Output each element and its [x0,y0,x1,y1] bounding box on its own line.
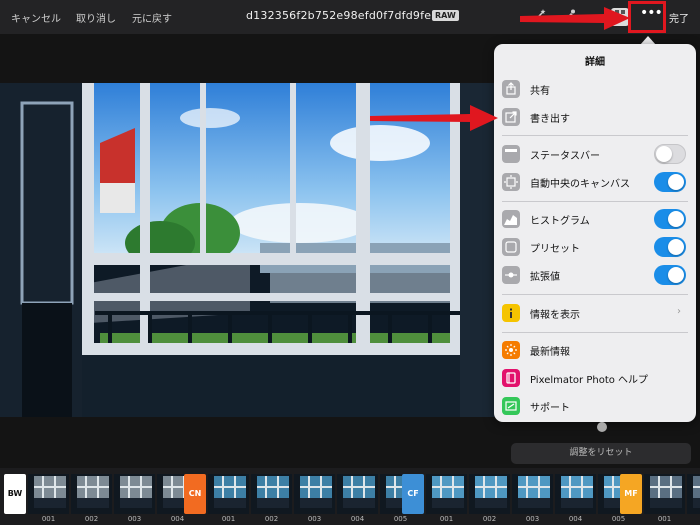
preset-group-tag[interactable]: MF [620,474,642,514]
menu-item-label: Pixelmator Photo ヘルプ [530,375,649,386]
file-title: d132356f2b752e98efd0f7dfd9fe3568 [246,9,460,22]
preset-number: 004 [170,515,185,523]
histogram-toggle[interactable] [654,209,686,229]
preset-number: 001 [439,515,454,523]
revert-button[interactable]: 元に戻す [132,10,172,25]
photo-canvas[interactable] [0,83,496,417]
done-button[interactable]: 完了 [669,10,689,25]
preset-filmstrip: BW 001 002 003 004 CN 001 002 003 004 005 CF 001 002 0… [0,470,700,525]
preset-thumbnail[interactable] [512,474,553,514]
whats-new-icon [502,341,520,359]
preset-number: 004 [568,515,583,523]
menu-item-label: 共有 [530,86,550,97]
menu-item-statusbar: ステータスバー [494,141,696,167]
preset-toggle[interactable] [654,237,686,257]
annotation-arrow-top [520,7,630,30]
statusbar-toggle[interactable] [654,144,686,164]
preset-number: 005 [393,515,408,523]
preset-icon [502,238,520,256]
preset-thumbnail[interactable] [687,474,700,514]
preset-thumbnail[interactable] [251,474,292,514]
preset-number: 002 [482,515,497,523]
preset-thumbnail[interactable] [644,474,685,514]
preset-number: 005 [611,515,626,523]
divider [502,201,688,202]
menu-item-preset: プリセット [494,234,696,260]
info-icon [502,304,520,322]
export-icon [502,108,520,126]
divider [502,332,688,333]
preset-thumbnail[interactable] [555,474,596,514]
menu-item-label: 最新情報 [530,347,570,358]
preset-thumbnail[interactable] [337,474,378,514]
preset-number: 002 [264,515,279,523]
extended-values-icon [502,266,520,284]
preset-thumbnail[interactable] [294,474,335,514]
preset-thumbnail[interactable] [469,474,510,514]
preset-number: 002 [687,515,700,523]
menu-item-label: 拡張値 [530,272,560,283]
menu-item-label: プリセット [530,244,580,255]
annotation-arrow-export [370,105,498,131]
preset-number: 001 [221,515,236,523]
chevron-right-icon: › [677,306,681,317]
preset-group-tag[interactable]: BW [4,474,26,514]
menu-item-export[interactable]: 書き出す [494,104,696,130]
preset-thumbnail[interactable] [426,474,467,514]
reset-adjustments-button[interactable]: 調整をリセット [511,443,691,464]
preset-thumbnail[interactable] [208,474,249,514]
extended-values-toggle[interactable] [654,265,686,285]
menu-item-label: サポート [530,403,570,414]
menu-item-show-info[interactable]: 情報を表示 › [494,300,696,326]
cancel-button[interactable]: キャンセル [11,10,61,25]
raw-badge: RAW [432,10,459,21]
menu-item-extended-values: 拡張値 [494,262,696,288]
menu-item-label: ヒストグラム [530,216,590,227]
preset-thumbnail[interactable] [28,474,69,514]
menu-item-whats-new[interactable]: 最新情報 [494,337,696,363]
menu-item-label: 情報を表示 [530,310,580,321]
undo-button[interactable]: 取り消し [76,10,116,25]
statusbar-icon [502,145,520,163]
menu-item-support[interactable]: サポート [494,393,696,419]
menu-item-help[interactable]: Pixelmator Photo ヘルプ [494,365,696,391]
support-icon [502,397,520,415]
share-icon [502,80,520,98]
menu-item-share[interactable]: 共有 [494,76,696,102]
center-canvas-icon [502,173,520,191]
menu-item-label: 自動中央のキャンバス [530,179,630,190]
histogram-icon [502,210,520,228]
preset-number: 003 [525,515,540,523]
menu-item-histogram: ヒストグラム [494,206,696,232]
preset-number: 003 [127,515,142,523]
preset-thumbnail[interactable] [71,474,112,514]
popover-title: 詳細 [585,57,605,68]
help-icon [502,369,520,387]
menu-item-label: ステータスバー [530,151,600,162]
divider [502,294,688,295]
preset-number: 002 [84,515,99,523]
more-icon[interactable]: ••• [640,6,663,22]
preset-number: 001 [41,515,56,523]
preset-thumbnail[interactable] [114,474,155,514]
divider [502,135,688,136]
preset-group-tag[interactable]: CN [184,474,206,514]
preset-number: 004 [350,515,365,523]
menu-item-label: 書き出す [530,114,570,125]
slider-handle[interactable] [597,422,607,432]
preset-group-tag[interactable]: CF [402,474,424,514]
more-options-popover: 詳細 共有 書き出す ステータスバー 自動中央のキャンバス ヒストグラム プリセ… [494,44,696,422]
menu-item-auto-center-canvas: 自動中央のキャンバス [494,169,696,195]
preset-number: 003 [307,515,322,523]
auto-center-toggle[interactable] [654,172,686,192]
preset-number: 001 [657,515,672,523]
